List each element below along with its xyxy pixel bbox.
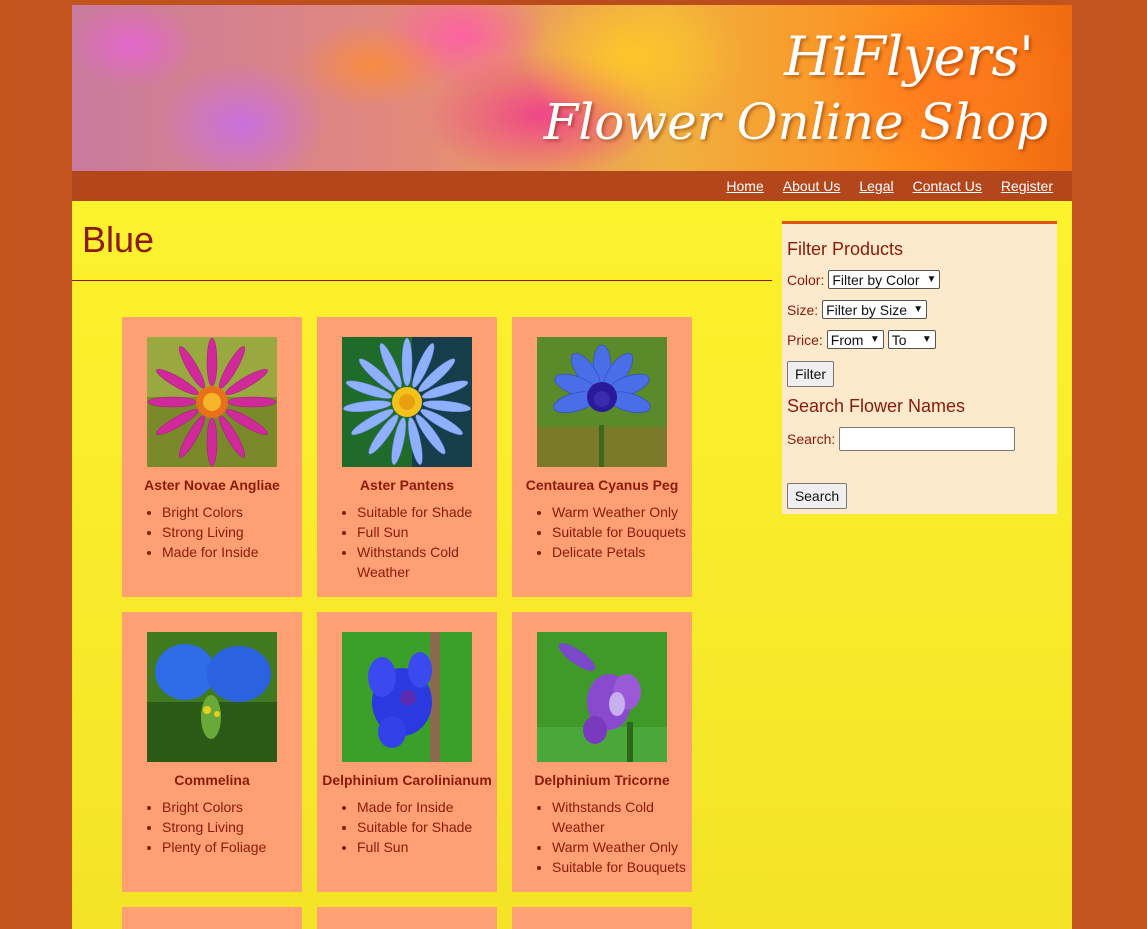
feature-item: Delicate Petals — [552, 542, 692, 562]
price-to-select[interactable]: To ▼ — [887, 330, 936, 349]
color-filter-row: Color: Filter by Color ▼ — [787, 270, 941, 289]
chevron-down-icon: ▼ — [913, 304, 924, 315]
product-name[interactable]: Centaurea Cyanus Peg — [512, 477, 692, 493]
purple-larkspur-image[interactable] — [537, 632, 667, 762]
price-to-value: To — [891, 331, 907, 348]
product-card[interactable]: Aster Novae Angliae Bright Colors Strong… — [122, 317, 302, 597]
feature-list: Bright Colors Strong Living Made for Ins… — [122, 502, 302, 562]
feature-item: Strong Living — [162, 817, 302, 837]
feature-list: Warm Weather Only Suitable for Bouquets … — [512, 502, 692, 562]
site-banner: HiFlyers' Flower Online Shop — [72, 5, 1072, 171]
feature-list: Made for Inside Suitable for Shade Full … — [317, 797, 497, 857]
product-name[interactable]: Delphinium Carolinianum — [317, 772, 497, 788]
cornflower-image[interactable] — [537, 337, 667, 467]
product-name[interactable]: Aster Pantens — [317, 477, 497, 493]
feature-item: Plenty of Foliage — [162, 837, 302, 857]
feature-item: Suitable for Bouquets — [552, 857, 692, 877]
size-filter-row: Size: Filter by Size ▼ — [787, 300, 928, 319]
filter-heading: Filter Products — [787, 239, 904, 259]
feature-list: Withstands Cold Weather Warm Weather Onl… — [512, 797, 692, 877]
filter-button[interactable]: Filter — [787, 361, 834, 387]
nav-register-link[interactable]: Register — [1001, 178, 1053, 194]
nav-about-link[interactable]: About Us — [783, 178, 841, 194]
nav-contact-link[interactable]: Contact Us — [913, 178, 982, 194]
product-card[interactable]: Delphinium Tricorne Withstands Cold Weat… — [512, 612, 692, 892]
price-filter-row: Price: From ▼ To ▼ — [787, 330, 936, 349]
price-from-value: From — [830, 331, 864, 348]
size-select-value: Filter by Size — [826, 301, 908, 318]
product-card[interactable]: Centaurea Cyanus Peg Warm Weather Only S… — [512, 317, 692, 597]
feature-list: Bright Colors Strong Living Plenty of Fo… — [122, 797, 302, 857]
product-name[interactable]: Delphinium Tricorne — [512, 772, 692, 788]
feature-item: Bright Colors — [162, 797, 302, 817]
product-card[interactable] — [512, 907, 692, 929]
feature-item: Strong Living — [162, 522, 302, 542]
feature-item: Suitable for Bouquets — [552, 522, 692, 542]
main-content: Blue Aster Novae Angliae • Bright Colors… — [72, 201, 1072, 929]
search-button[interactable]: Search — [787, 483, 847, 509]
filter-sidebar: Filter Products Color: Filter by Color ▼… — [782, 221, 1057, 514]
dayflower-image[interactable] — [147, 632, 277, 762]
feature-item: Withstands Cold Weather — [357, 542, 497, 582]
product-name[interactable]: Commelina — [122, 772, 302, 788]
page-title: Blue — [82, 219, 155, 260]
product-card[interactable] — [122, 907, 302, 929]
pink-aster-image[interactable] — [147, 337, 277, 467]
feature-item: Full Sun — [357, 522, 497, 542]
search-row: Search: — [787, 427, 1016, 451]
color-select[interactable]: Filter by Color ▼ — [828, 270, 941, 289]
feature-item: Suitable for Shade — [357, 502, 497, 522]
feature-item: Suitable for Shade — [357, 817, 497, 837]
chevron-down-icon: ▼ — [926, 274, 937, 285]
feature-item: Bright Colors — [162, 502, 302, 522]
product-card[interactable] — [317, 907, 497, 929]
feature-list: Suitable for Shade Full Sun Withstands C… — [317, 502, 497, 582]
title-divider — [72, 280, 772, 281]
price-from-select[interactable]: From ▼ — [826, 330, 884, 349]
price-label: Price: — [787, 331, 823, 348]
blue-aster-image[interactable] — [342, 337, 472, 467]
product-card[interactable]: Aster Pantens Suitable for Shade Full Su… — [317, 317, 497, 597]
search-input[interactable] — [839, 427, 1016, 451]
size-label: Size: — [787, 301, 819, 318]
banner-title-line1: HiFlyers' — [784, 25, 1034, 88]
blue-larkspur-image[interactable] — [342, 632, 472, 762]
feature-item: Withstands Cold Weather — [552, 797, 692, 837]
page-wrapper: HiFlyers' Flower Online Shop Home About … — [72, 5, 1072, 929]
banner-title-line2: Flower Online Shop — [543, 93, 1048, 151]
feature-item: Warm Weather Only — [552, 837, 692, 857]
color-label: Color: — [787, 271, 825, 288]
nav-legal-link[interactable]: Legal — [859, 178, 893, 194]
nav-home-link[interactable]: Home — [726, 178, 763, 194]
size-select[interactable]: Filter by Size ▼ — [822, 300, 928, 319]
product-card[interactable]: Commelina Bright Colors Strong Living Pl… — [122, 612, 302, 892]
feature-item: Warm Weather Only — [552, 502, 692, 522]
search-heading: Search Flower Names — [787, 396, 966, 416]
chevron-down-icon: ▼ — [921, 334, 932, 345]
feature-item: Full Sun — [357, 837, 497, 857]
product-card[interactable]: Delphinium Carolinianum Made for Inside … — [317, 612, 497, 892]
search-label: Search: — [787, 431, 836, 447]
color-select-value: Filter by Color — [832, 271, 920, 288]
feature-item: Made for Inside — [357, 797, 497, 817]
product-name[interactable]: Aster Novae Angliae — [122, 477, 302, 493]
chevron-down-icon: ▼ — [869, 334, 880, 345]
top-nav: Home About Us Legal Contact Us Register — [72, 171, 1072, 201]
feature-item: Made for Inside — [162, 542, 302, 562]
